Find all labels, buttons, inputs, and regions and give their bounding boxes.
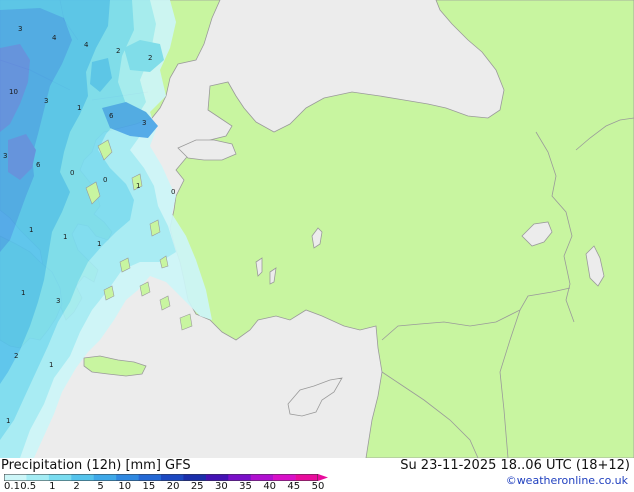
legend-swatch bbox=[228, 474, 252, 481]
map-value-label: 1 bbox=[49, 361, 54, 369]
credit-link[interactable]: ©weatheronline.co.uk bbox=[506, 474, 628, 487]
map-value-label: 1 bbox=[77, 104, 82, 112]
legend-tick-label: 0.1 bbox=[4, 481, 20, 492]
legend-tick-label: 0.5 bbox=[20, 481, 37, 492]
map-value-label: 3 bbox=[56, 297, 61, 305]
legend-swatch bbox=[71, 474, 95, 481]
legend-swatch bbox=[116, 474, 139, 481]
legend-swatch bbox=[295, 474, 319, 481]
map-value-label: 4 bbox=[84, 41, 89, 49]
legend-tick-label: 50 bbox=[311, 481, 325, 492]
map-value-label: 3 bbox=[3, 152, 8, 160]
legend-tick-label: 1 bbox=[49, 481, 56, 492]
map-title: Precipitation (12h) [mm] GFS bbox=[1, 458, 191, 473]
legend-tick-label: 5 bbox=[97, 481, 104, 492]
map-value-label: 3 bbox=[142, 119, 147, 127]
map-value-label: 1 bbox=[6, 417, 11, 425]
map-value-label: 4 bbox=[52, 34, 57, 42]
legend-swatch bbox=[138, 474, 162, 481]
legend-swatch bbox=[273, 474, 296, 481]
legend-tick-label: 20 bbox=[166, 481, 180, 492]
legend-swatch bbox=[26, 474, 50, 481]
map-value-label: 3 bbox=[18, 25, 23, 33]
legend-color-bar bbox=[4, 474, 328, 481]
legend-tick-label: 2 bbox=[73, 481, 80, 492]
legend-tick-label: 45 bbox=[287, 481, 301, 492]
map-value-label: 6 bbox=[36, 161, 41, 169]
legend-tick-label: 10 bbox=[118, 481, 132, 492]
footer-bar: Precipitation (12h) [mm] GFS Su 23-11-20… bbox=[0, 458, 634, 492]
map-value-label: 2 bbox=[116, 47, 121, 55]
legend-tick-label: 25 bbox=[190, 481, 204, 492]
map-value-label: 10 bbox=[9, 88, 18, 96]
map-value-label: 2 bbox=[148, 54, 153, 62]
map-value-label: 2 bbox=[14, 352, 19, 360]
legend-tick-label: 35 bbox=[239, 481, 252, 492]
legend-tick-label: 30 bbox=[215, 481, 228, 492]
map-value-label: 1 bbox=[97, 240, 102, 248]
legend-swatch bbox=[48, 474, 72, 481]
timestamp: Su 23-11-2025 18..06 UTC (18+12) bbox=[400, 458, 630, 473]
legend-swatch bbox=[183, 474, 207, 481]
map-value-label: 3 bbox=[44, 97, 49, 105]
map-value-label: 0 bbox=[70, 169, 75, 177]
legend-tick-label: 40 bbox=[263, 481, 277, 492]
legend-swatch bbox=[4, 474, 27, 481]
map-value-label: 1 bbox=[63, 233, 68, 241]
legend-swatch bbox=[93, 474, 117, 481]
legend-tick-label: 15 bbox=[142, 481, 156, 492]
map-value-label: 0 bbox=[171, 188, 176, 196]
map-value-label: 1 bbox=[21, 289, 26, 297]
legend-swatch bbox=[161, 474, 184, 481]
map-value-label: 1 bbox=[29, 226, 34, 234]
legend-swatch bbox=[250, 474, 274, 481]
legend-swatch bbox=[205, 474, 229, 481]
legend-arrow bbox=[318, 474, 328, 481]
map-value-label: 0 bbox=[103, 176, 108, 184]
map-value-label: 6 bbox=[109, 112, 114, 120]
map-value-label: 1 bbox=[136, 182, 141, 190]
precipitation-map bbox=[0, 0, 634, 458]
